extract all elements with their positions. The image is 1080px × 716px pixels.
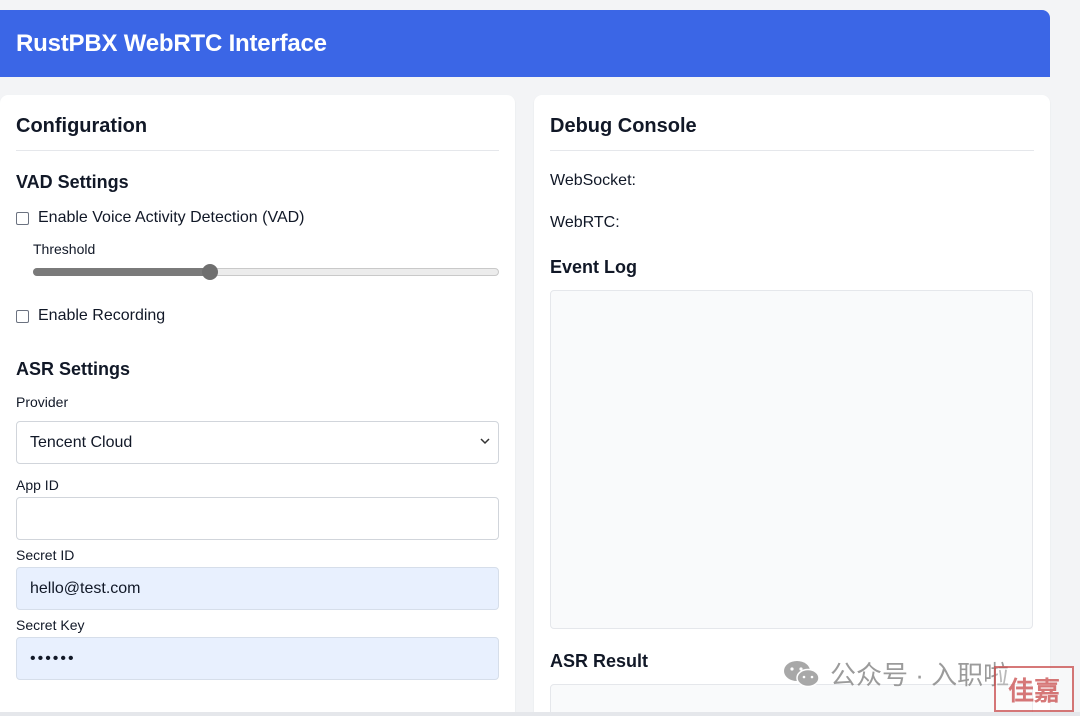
provider-label: Provider xyxy=(16,394,69,410)
threshold-slider-fill xyxy=(33,268,211,276)
recording-enable-row[interactable]: Enable Recording xyxy=(16,307,165,325)
wechat-icon xyxy=(784,660,820,687)
asr-result-heading: ASR Result xyxy=(550,651,649,671)
debug-console-divider xyxy=(550,150,1034,151)
vad-settings-heading: VAD Settings xyxy=(16,172,129,192)
asr-settings-heading: ASR Settings xyxy=(16,359,131,379)
vad-enable-row[interactable]: Enable Voice Activity Detection (VAD) xyxy=(16,209,305,227)
recording-enable-checkbox[interactable] xyxy=(16,309,29,323)
provider-select-value: Tencent Cloud xyxy=(30,433,133,451)
debug-console-panel: Debug Console WebSocket: WebRTC: Event L… xyxy=(534,95,1050,716)
threshold-label: Threshold xyxy=(33,241,96,257)
app-title: RustPBX WebRTC Interface xyxy=(16,29,327,57)
watermark-text: 公众号 · 入职啦 xyxy=(830,660,1010,690)
secret-key-input[interactable]: •••••• xyxy=(16,637,499,680)
vad-enable-label: Enable Voice Activity Detection (VAD) xyxy=(38,209,305,226)
provider-select[interactable]: Tencent Cloud xyxy=(16,421,499,464)
debug-console-title: Debug Console xyxy=(550,115,697,137)
event-log-heading: Event Log xyxy=(550,257,638,277)
secret-id-input[interactable]: hello@test.com xyxy=(16,567,499,610)
websocket-status: WebSocket: xyxy=(550,172,636,189)
stamp-logo: 佳嘉 xyxy=(994,666,1074,712)
configuration-divider xyxy=(16,150,499,151)
secret-id-label: Secret ID xyxy=(16,547,75,563)
secret-key-label: Secret Key xyxy=(16,617,85,633)
webrtc-status: WebRTC: xyxy=(550,214,620,231)
app-id-input[interactable] xyxy=(16,497,499,540)
configuration-panel: Configuration VAD Settings Enable Voice … xyxy=(0,95,515,716)
bottom-edge xyxy=(0,712,1080,716)
app-id-label: App ID xyxy=(16,477,59,493)
threshold-slider-thumb[interactable] xyxy=(202,264,219,280)
event-log-box[interactable] xyxy=(550,290,1033,629)
chevron-down-icon xyxy=(480,438,490,445)
recording-enable-label: Enable Recording xyxy=(38,307,166,324)
vad-enable-checkbox[interactable] xyxy=(16,211,29,225)
app-header: RustPBX WebRTC Interface xyxy=(0,10,1050,77)
watermark: 公众号 · 入职啦 xyxy=(782,655,1009,692)
configuration-title: Configuration xyxy=(16,115,148,137)
threshold-slider[interactable] xyxy=(33,264,499,280)
stamp-text: 佳嘉 xyxy=(1007,675,1060,706)
